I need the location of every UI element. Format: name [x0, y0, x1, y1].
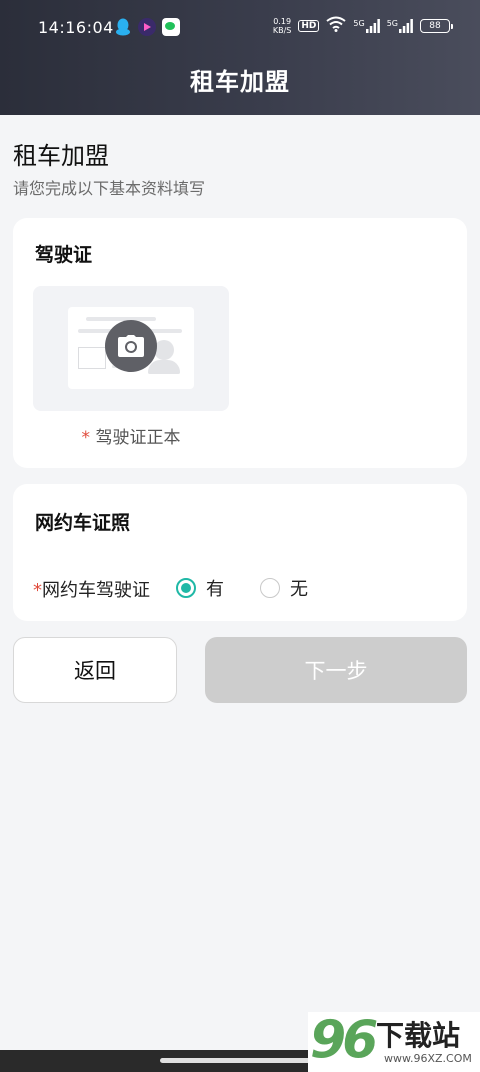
network-speed: 0.19 KB/S: [272, 17, 292, 35]
online-license-field: *网约车驾驶证 有 无: [33, 574, 453, 602]
qq-icon: [114, 18, 132, 36]
back-button[interactable]: 返回: [13, 637, 177, 703]
online-car-license-card: 网约车证照 *网约车驾驶证 有 无: [13, 484, 467, 621]
camera-icon[interactable]: [105, 320, 157, 372]
drivers-license-card: 驾驶证 * 驾驶证正本: [13, 218, 467, 468]
page-header-title: 租车加盟: [190, 68, 290, 96]
battery-icon: 88: [420, 19, 453, 33]
card-title-online-license: 网约车证照: [35, 512, 131, 534]
hd-icon: HD: [298, 20, 320, 32]
radio-option-no[interactable]: 无: [260, 574, 308, 602]
radio-unselected-icon[interactable]: [260, 578, 280, 598]
card-title-drivers-license: 驾驶证: [35, 244, 93, 266]
status-bar: 14:16:04 0.19 KB/S HD 5G 5G 88: [0, 0, 480, 56]
radio-label-yes: 有: [206, 579, 224, 600]
next-step-button[interactable]: 下一步: [205, 637, 467, 703]
license-upload-caption: * 驾驶证正本: [81, 428, 181, 448]
notification-icons: [114, 18, 180, 36]
radio-label-no: 无: [290, 579, 308, 600]
watermark-url: www.96XZ.COM: [384, 1052, 472, 1065]
wechat-icon: [162, 18, 180, 36]
required-mark: *: [33, 580, 42, 601]
radio-selected-icon[interactable]: [176, 578, 196, 598]
signal-icon-2: 5G: [387, 19, 413, 33]
page-title: 租车加盟: [13, 142, 109, 170]
watermark-logo-number: 96: [310, 1010, 378, 1070]
field-label: *网约车驾驶证: [33, 580, 150, 601]
page-subtitle: 请您完成以下基本资料填写: [13, 179, 206, 198]
license-upload-box[interactable]: [33, 286, 229, 411]
status-time: 14:16:04: [38, 18, 114, 37]
app-header: 14:16:04 0.19 KB/S HD 5G 5G 88 租车加盟: [0, 0, 480, 115]
watermark-text: 下载站: [376, 1019, 461, 1052]
wifi-icon: [326, 16, 347, 36]
radio-option-yes[interactable]: 有: [176, 574, 224, 602]
signal-icon: 5G: [353, 19, 380, 33]
site-watermark: 96 下载站 www.96XZ.COM: [308, 1010, 480, 1072]
system-icons: 0.19 KB/S HD 5G 5G 88: [272, 16, 453, 36]
video-app-icon: [138, 18, 156, 36]
required-mark: *: [81, 428, 91, 448]
home-indicator[interactable]: [160, 1058, 320, 1063]
